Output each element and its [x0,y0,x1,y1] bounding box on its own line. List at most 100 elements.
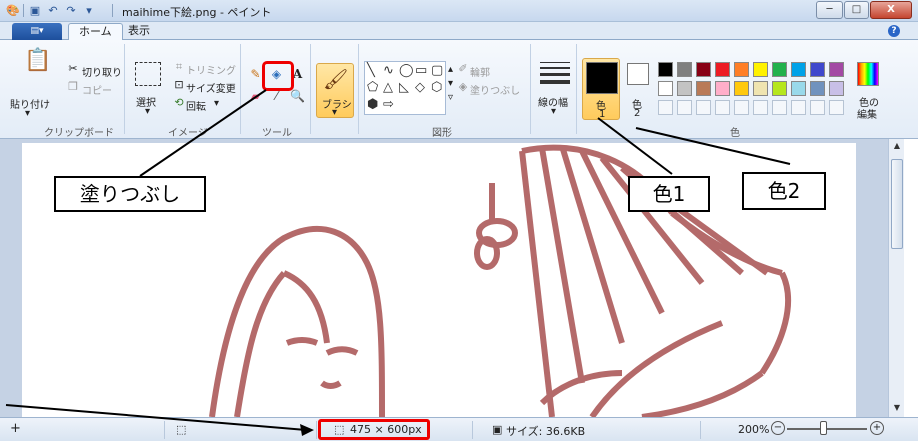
edit-colors-icon[interactable] [857,62,879,86]
outline-icon[interactable]: ✐ [456,62,470,76]
tab-view[interactable]: 表示 [118,23,160,41]
magnifier-icon[interactable]: 🔍 [289,88,306,105]
shape-diamond-icon[interactable]: ◇ [415,80,425,96]
shape-fill-button[interactable]: 塗りつぶし [470,82,520,97]
palette-swatch[interactable] [715,81,730,96]
vertical-scrollbar[interactable]: ▲ ▼ [888,139,904,417]
crop-button[interactable]: トリミング [186,62,236,77]
paste-dropdown-icon[interactable]: ▾ [25,108,30,119]
group-separator [124,44,125,134]
zoom-out-icon[interactable]: − [771,421,785,435]
line-width-icon[interactable] [540,62,570,84]
zoom-slider-thumb[interactable] [820,421,827,435]
shape-curve-icon[interactable]: ∿ [383,63,394,79]
close-button[interactable]: X [870,1,912,19]
shape-line-icon[interactable]: ╲ [367,63,375,79]
rotate-dropdown-icon[interactable]: ▾ [214,98,219,109]
palette-swatch[interactable] [658,100,673,115]
file-menu-button[interactable]: ▤▾ [12,23,62,40]
zoom-in-icon[interactable]: + [870,421,884,435]
help-icon[interactable]: ? [888,25,900,37]
palette-swatch[interactable] [810,100,825,115]
palette-swatch[interactable] [829,62,844,77]
shapes-gallery[interactable]: ╲ ∿ ◯ ▭ ▢ ⬠ △ ◺ ◇ ⬡ ⬢ ⇨ [364,61,446,115]
palette-swatch[interactable] [772,62,787,77]
cut-button[interactable]: 切り取り [82,64,122,79]
palette-swatch[interactable] [696,100,711,115]
scrollbar-thumb[interactable] [891,159,903,249]
shapes-more-icon[interactable]: ▿ [448,92,453,103]
palette-swatch[interactable] [753,81,768,96]
shape-rectangle-icon[interactable]: ▭ [415,63,427,79]
palette-swatch[interactable] [734,62,749,77]
palette-swatch[interactable] [791,62,806,77]
palette-swatch[interactable] [677,81,692,96]
eraser-icon[interactable]: ▰ [247,88,264,105]
shape-rounded-rectangle-icon[interactable]: ▢ [431,63,443,79]
rotate-button[interactable]: 回転 [186,98,206,113]
scroll-up-arrow-icon[interactable]: ▲ [889,139,905,153]
shape-pentagon-icon[interactable]: ⬡ [431,80,442,96]
redo-icon[interactable]: ↷ [64,4,78,18]
palette-swatch[interactable] [677,62,692,77]
palette-swatch[interactable] [810,81,825,96]
customize-toolbar-icon[interactable]: ▾ [82,4,96,18]
palette-swatch[interactable] [753,100,768,115]
paint-app-icon[interactable]: 🎨 [6,4,20,18]
palette-swatch[interactable] [829,100,844,115]
palette-swatch[interactable] [715,100,730,115]
clipboard-icon[interactable]: 📋 [24,48,51,73]
group-separator [310,44,311,134]
resize-button[interactable]: サイズ変更 [186,80,236,95]
palette-swatch[interactable] [734,100,749,115]
shape-right-triangle-icon[interactable]: ◺ [399,80,409,96]
palette-swatch[interactable] [772,81,787,96]
line-width-dropdown-icon[interactable]: ▾ [551,106,556,117]
select-rectangle-icon[interactable] [135,62,161,86]
separator [164,421,165,439]
scissors-icon[interactable]: ✂ [66,62,80,76]
palette-swatch[interactable] [829,81,844,96]
select-dropdown-icon[interactable]: ▾ [145,106,150,117]
rotate-icon[interactable]: ⟲ [172,96,186,110]
shape-polygon-icon[interactable]: ⬠ [367,80,378,96]
copy-button[interactable]: コピー [82,82,112,97]
palette-swatch[interactable] [810,62,825,77]
palette-swatch[interactable] [772,100,787,115]
minimize-button[interactable]: ─ [816,1,843,19]
palette-swatch[interactable] [696,81,711,96]
shapes-scroll-up-icon[interactable]: ▴ [448,64,453,75]
copy-icon[interactable]: ❐ [66,80,80,94]
palette-swatch[interactable] [791,100,806,115]
brushes-button[interactable]: 🖌 ブラシ ▾ [316,63,354,118]
save-icon[interactable]: ▣ [28,4,42,18]
palette-swatch[interactable] [658,62,673,77]
maximize-button[interactable]: □ [844,1,869,19]
shape-arrow-icon[interactable]: ⇨ [383,97,394,113]
palette-swatch[interactable] [791,81,806,96]
zoom-slider-track[interactable] [787,428,867,430]
shape-hexagon-icon[interactable]: ⬢ [367,97,378,113]
tab-home[interactable]: ホーム [68,23,123,41]
palette-swatch[interactable] [677,100,692,115]
edit-colors-label-2[interactable]: 編集 [857,106,877,121]
separator [112,4,113,17]
color1-button[interactable]: 色 1 [582,58,620,120]
outline-button[interactable]: 輪郭 [470,64,490,79]
callout-color1: 色1 [628,176,710,212]
shape-fill-icon[interactable]: ◈ [456,80,470,94]
scroll-down-arrow-icon[interactable]: ▼ [889,401,905,415]
undo-icon[interactable]: ↶ [46,4,60,18]
shape-triangle-icon[interactable]: △ [383,80,393,96]
palette-swatch[interactable] [658,81,673,96]
resize-icon[interactable]: ⊡ [172,78,186,92]
color2-button[interactable]: 色 2 [622,58,660,120]
palette-swatch[interactable] [753,62,768,77]
palette-swatch[interactable] [715,62,730,77]
palette-swatch[interactable] [696,62,711,77]
shape-oval-icon[interactable]: ◯ [399,63,414,79]
crop-icon[interactable]: ⌗ [172,60,186,74]
color2-number: 2 [634,108,641,119]
palette-swatch[interactable] [734,81,749,96]
shapes-scroll-down-icon[interactable]: ▾ [448,78,453,89]
